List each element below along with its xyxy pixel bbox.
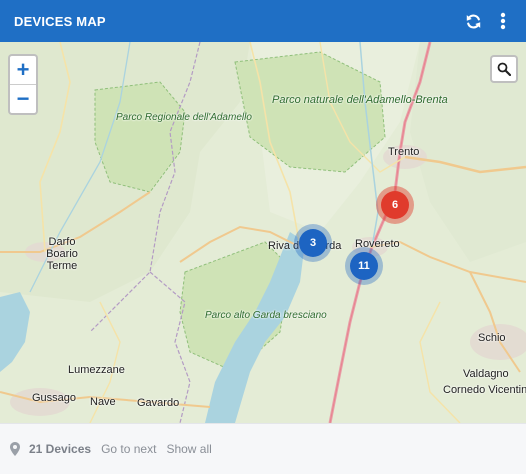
cluster-count: 6: [381, 191, 409, 219]
device-cluster-trento[interactable]: 6: [376, 186, 414, 224]
devices-map-widget: DEVICES MAP + − Parco Regionale dell'Ada…: [0, 0, 526, 474]
more-vertical-icon[interactable]: [494, 12, 512, 30]
widget-header: DEVICES MAP: [0, 0, 526, 42]
map-label-parco-alto-garda: Parco alto Garda bresciano: [205, 310, 327, 321]
map-canvas[interactable]: + − Parco Regionale dell'Adamello Parco …: [0, 42, 526, 423]
map-label-parco-regionale: Parco Regionale dell'Adamello: [116, 112, 252, 123]
go-to-next-link[interactable]: Go to next: [101, 442, 156, 456]
map-label-parco-naturale: Parco naturale dell'Adamello-Brenta: [272, 94, 448, 106]
widget-title: DEVICES MAP: [14, 13, 106, 29]
map-label-gavardo: Gavardo: [137, 397, 180, 409]
search-icon: [497, 62, 511, 76]
device-cluster-rovereto[interactable]: 11: [345, 247, 383, 285]
header-actions: [464, 12, 512, 30]
show-all-link[interactable]: Show all: [166, 442, 211, 456]
map-label-valdagno: Valdagno: [463, 368, 509, 380]
map-label-trento: Trento: [388, 146, 420, 158]
cluster-count: 3: [299, 229, 327, 257]
refresh-icon[interactable]: [464, 12, 482, 30]
device-count: 21 Devices: [29, 442, 92, 456]
map-label-darfo: Darfo Boario Terme: [46, 236, 78, 272]
map-search-button[interactable]: [490, 55, 518, 83]
map-label-nave: Nave: [90, 396, 116, 408]
map-label-lumezzane: Lumezzane: [68, 364, 125, 376]
map-label-cornedo: Cornedo Vicentino: [443, 384, 526, 396]
widget-footer: 21 Devices Go to next Show all: [0, 423, 526, 474]
map-label-schio: Schio: [478, 332, 506, 344]
map-label-gussago: Gussago: [32, 392, 77, 404]
zoom-out-button[interactable]: −: [10, 84, 36, 113]
map-pin-icon: [10, 442, 20, 456]
device-cluster-riva[interactable]: 3: [294, 224, 332, 262]
cluster-count: 11: [350, 252, 378, 280]
zoom-control: + −: [8, 54, 38, 115]
zoom-in-button[interactable]: +: [10, 56, 36, 84]
